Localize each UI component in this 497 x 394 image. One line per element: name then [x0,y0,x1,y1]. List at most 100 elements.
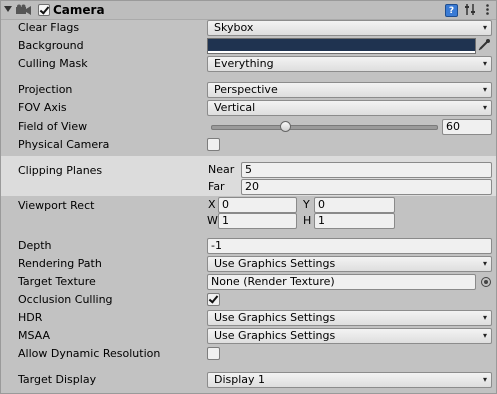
far-value: 20 [245,180,259,193]
culling-mask-value: Everything [214,57,274,70]
physical-camera-checkbox[interactable] [207,138,220,151]
target-texture-label: Target Texture [18,275,96,288]
target-display-value: Display 1 [214,373,266,386]
fov-axis-value: Vertical [214,101,256,114]
component-title: Camera [53,3,105,17]
viewport-h-value: 1 [318,214,325,227]
rendering-path-value: Use Graphics Settings [214,257,336,270]
near-label: Near [208,163,235,176]
msaa-row: MSAA Use Graphics Settings ▾ [1,327,496,345]
allow-dynamic-resolution-checkbox[interactable] [207,347,220,360]
dropdown-arrow-icon: ▾ [482,259,487,268]
msaa-value: Use Graphics Settings [214,329,336,342]
depth-input[interactable]: -1 [207,238,492,254]
background-label: Background [18,39,84,52]
culling-mask-row: Culling Mask Everything ▾ [1,55,496,73]
culling-mask-label: Culling Mask [18,57,88,70]
dropdown-arrow-icon: ▾ [482,103,487,112]
projection-label: Projection [18,83,73,96]
fov-axis-row: FOV Axis Vertical ▾ [1,99,496,117]
dropdown-arrow-icon: ▾ [482,85,487,94]
eyedropper-icon[interactable] [477,38,491,52]
msaa-label: MSAA [18,329,51,342]
viewport-h-label: H [303,214,312,227]
component-enabled-checkbox[interactable] [38,4,50,16]
hdr-dropdown[interactable]: Use Graphics Settings ▾ [207,310,492,326]
fov-axis-dropdown[interactable]: Vertical ▾ [207,100,492,116]
projection-value: Perspective [214,83,278,96]
viewport-x-label: X [208,198,216,211]
fov-value: 60 [446,120,460,133]
target-display-dropdown[interactable]: Display 1 ▾ [207,372,492,388]
camera-icon [16,4,31,15]
fov-value-input[interactable]: 60 [442,119,492,135]
checkmark-icon [208,293,219,304]
dropdown-arrow-icon: ▾ [482,375,487,384]
fov-slider-thumb[interactable] [279,121,291,132]
help-icon[interactable]: ? [445,4,458,17]
far-input[interactable]: 20 [241,179,492,195]
physical-camera-label: Physical Camera [18,138,110,151]
clear-flags-value: Skybox [214,21,254,34]
msaa-dropdown[interactable]: Use Graphics Settings ▾ [207,328,492,344]
depth-value: -1 [211,239,222,252]
far-label: Far [208,180,225,193]
viewport-rect-label: Viewport Rect [18,199,95,212]
field-of-view-row: Field of View 60 [1,118,496,136]
target-texture-row: Target Texture None (Render Texture) [1,273,496,291]
viewport-y-input[interactable]: 0 [314,197,395,213]
camera-inspector: Camera ? Clear Flags Skybox ▾ Background [0,0,497,394]
near-input[interactable]: 5 [241,162,492,178]
rendering-path-row: Rendering Path Use Graphics Settings ▾ [1,255,496,273]
occlusion-culling-row: Occlusion Culling [1,291,496,309]
component-header[interactable]: Camera ? [1,1,496,20]
physical-camera-row: Physical Camera [1,136,496,154]
kebab-menu-icon[interactable] [481,3,494,16]
target-display-row: Target Display Display 1 ▾ [1,371,496,389]
viewport-x-input[interactable]: 0 [218,197,297,213]
field-of-view-label: Field of View [18,120,88,133]
viewport-x-value: 0 [222,198,229,211]
allow-dynamic-resolution-label: Allow Dynamic Resolution [18,347,161,360]
viewport-w-input[interactable]: 1 [218,213,297,229]
culling-mask-dropdown[interactable]: Everything ▾ [207,56,492,72]
clipping-planes-row: Clipping Planes Near 5 Far 20 [1,162,496,198]
foldout-arrow-icon[interactable] [4,6,12,12]
viewport-w-value: 1 [222,214,229,227]
dropdown-arrow-icon: ▾ [482,59,487,68]
alpha-bar [208,51,475,53]
viewport-h-input[interactable]: 1 [314,213,395,229]
background-row: Background [1,37,496,55]
depth-label: Depth [18,239,52,252]
depth-row: Depth -1 [1,237,496,255]
viewport-y-label: Y [303,198,310,211]
background-color-field[interactable] [207,38,476,54]
near-value: 5 [245,163,252,176]
rendering-path-dropdown[interactable]: Use Graphics Settings ▾ [207,256,492,272]
target-display-label: Target Display [18,373,97,386]
hdr-row: HDR Use Graphics Settings ▾ [1,309,496,327]
dropdown-arrow-icon: ▾ [482,313,487,322]
fov-axis-label: FOV Axis [18,101,67,114]
allow-dynamic-resolution-row: Allow Dynamic Resolution [1,345,496,363]
fov-slider-track[interactable] [211,125,438,130]
target-texture-field[interactable]: None (Render Texture) [207,274,476,290]
projection-row: Projection Perspective ▾ [1,81,496,99]
hdr-value: Use Graphics Settings [214,311,336,324]
preset-sliders-icon[interactable] [464,3,477,16]
checkmark-icon [39,4,50,15]
dropdown-arrow-icon: ▾ [482,331,487,340]
hdr-label: HDR [18,311,43,324]
clear-flags-row: Clear Flags Skybox ▾ [1,19,496,37]
occlusion-culling-label: Occlusion Culling [18,293,113,306]
occlusion-culling-checkbox[interactable] [207,293,220,306]
viewport-rect-row: Viewport Rect X 0 Y 0 W 1 H 1 [1,197,496,231]
target-texture-value: None (Render Texture) [211,275,335,288]
projection-dropdown[interactable]: Perspective ▾ [207,82,492,98]
viewport-w-label: W [207,214,218,227]
viewport-y-value: 0 [318,198,325,211]
object-picker-icon[interactable] [481,277,491,287]
clear-flags-dropdown[interactable]: Skybox ▾ [207,20,492,36]
clipping-planes-label: Clipping Planes [18,164,103,177]
clear-flags-label: Clear Flags [18,21,80,34]
